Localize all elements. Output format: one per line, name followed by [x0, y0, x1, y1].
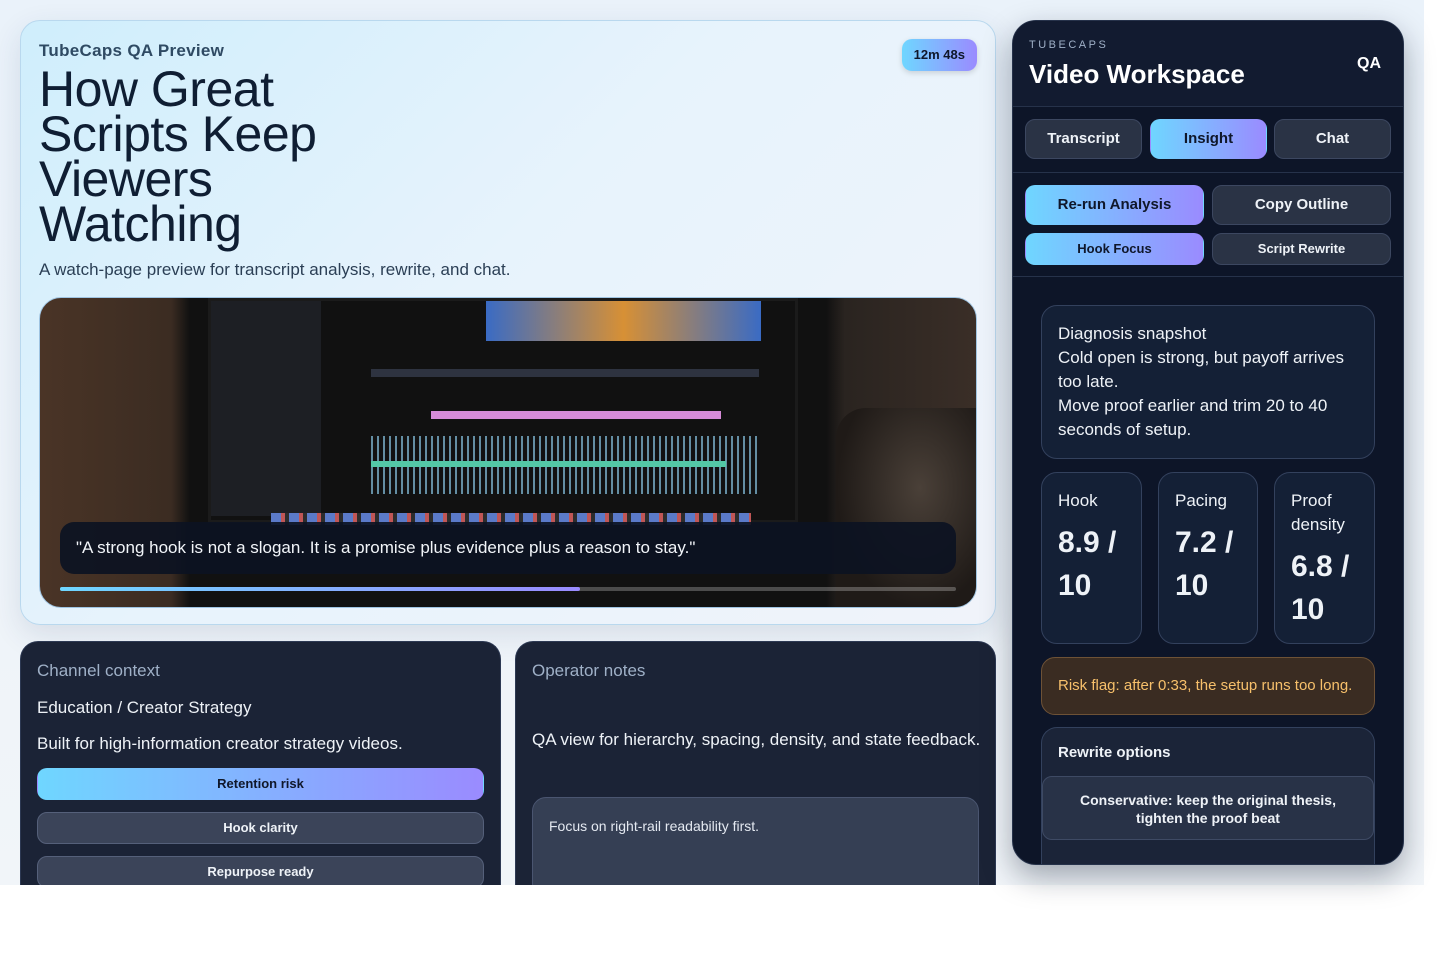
- video-subtitle: A watch-page preview for transcript anal…: [39, 260, 511, 279]
- metric-hook: Hook 8.9 / 10: [1041, 472, 1142, 644]
- channel-description: Built for high-information creator strat…: [37, 734, 403, 753]
- video-workspace-rail: TUBECAPS Video Workspace QA Transcript I…: [1012, 20, 1404, 865]
- card-label: Channel context: [37, 661, 160, 680]
- operator-description: QA view for hierarchy, spacing, density,…: [532, 730, 981, 749]
- rewrite-options-title: Rewrite options: [1058, 744, 1171, 761]
- metric-label: Proof density: [1291, 491, 1345, 534]
- video-frame-monitor: [208, 298, 798, 525]
- metric-value: 7.2 / 10: [1175, 526, 1234, 602]
- script-rewrite-button[interactable]: Script Rewrite: [1212, 233, 1391, 265]
- card-label: Operator notes: [532, 661, 646, 680]
- tab-chat[interactable]: Chat: [1274, 119, 1391, 159]
- metric-label: Hook: [1058, 491, 1098, 510]
- metric-pacing: Pacing 7.2 / 10: [1158, 472, 1258, 644]
- operator-note-field[interactable]: Focus on right-rail readability first.: [532, 797, 979, 885]
- tab-insight[interactable]: Insight: [1150, 119, 1267, 159]
- rewrite-options-panel: Rewrite options Conservative: keep the o…: [1041, 727, 1375, 864]
- operator-notes-card: Operator notes QA view for hierarchy, sp…: [515, 641, 996, 885]
- metric-value: 8.9 / 10: [1058, 526, 1117, 602]
- rerun-analysis-button[interactable]: Re-run Analysis: [1025, 185, 1204, 225]
- rail-eyebrow: TUBECAPS: [1029, 39, 1109, 51]
- hook-focus-button[interactable]: Hook Focus: [1025, 233, 1204, 265]
- rail-actions: Re-run Analysis Copy Outline Hook Focus …: [1013, 173, 1403, 277]
- pill-retention-risk[interactable]: Retention risk: [37, 768, 484, 800]
- metric-label: Pacing: [1175, 491, 1227, 510]
- rail-tabs: Transcript Insight Chat: [1013, 107, 1403, 173]
- playback-progress-fill: [60, 587, 580, 591]
- diagnosis-line: Cold open is strong, but payoff arrives …: [1058, 348, 1345, 391]
- video-frame-lamp: [836, 408, 976, 607]
- duration-badge: 12m 48s: [901, 39, 977, 71]
- copy-outline-button[interactable]: Copy Outline: [1212, 185, 1391, 225]
- diagnosis-snapshot: Diagnosis snapshot Cold open is strong, …: [1041, 305, 1375, 459]
- video-player[interactable]: "A strong hook is not a slogan. It is a …: [39, 297, 977, 608]
- caption-overlay: "A strong hook is not a slogan. It is a …: [60, 522, 956, 574]
- tab-transcript[interactable]: Transcript: [1025, 119, 1142, 159]
- channel-category: Education / Creator Strategy: [37, 698, 252, 717]
- channel-context-card: Channel context Education / Creator Stra…: [20, 641, 501, 885]
- pill-hook-clarity[interactable]: Hook clarity: [37, 812, 484, 844]
- risk-flag: Risk flag: after 0:33, the setup runs to…: [1041, 657, 1375, 715]
- metric-proof-density: Proof density 6.8 / 10: [1274, 472, 1375, 644]
- metric-value: 6.8 / 10: [1291, 550, 1350, 626]
- mode-badge: QA: [1357, 55, 1381, 72]
- rewrite-option-conservative[interactable]: Conservative: keep the original thesis, …: [1042, 776, 1374, 840]
- hero-eyebrow: TubeCaps QA Preview: [39, 41, 225, 60]
- playback-progress[interactable]: [60, 587, 956, 591]
- pill-repurpose-ready[interactable]: Repurpose ready: [37, 856, 484, 885]
- rail-title: Video Workspace: [1029, 59, 1245, 89]
- diagnosis-line: Move proof earlier and trim 20 to 40 sec…: [1058, 396, 1328, 439]
- video-hero-card: TubeCaps QA Preview 12m 48s How Great Sc…: [20, 20, 996, 625]
- video-title: How Great Scripts Keep Viewers Watching: [39, 61, 317, 252]
- rail-header: TUBECAPS Video Workspace QA: [1013, 21, 1403, 107]
- diagnosis-title: Diagnosis snapshot: [1058, 324, 1207, 343]
